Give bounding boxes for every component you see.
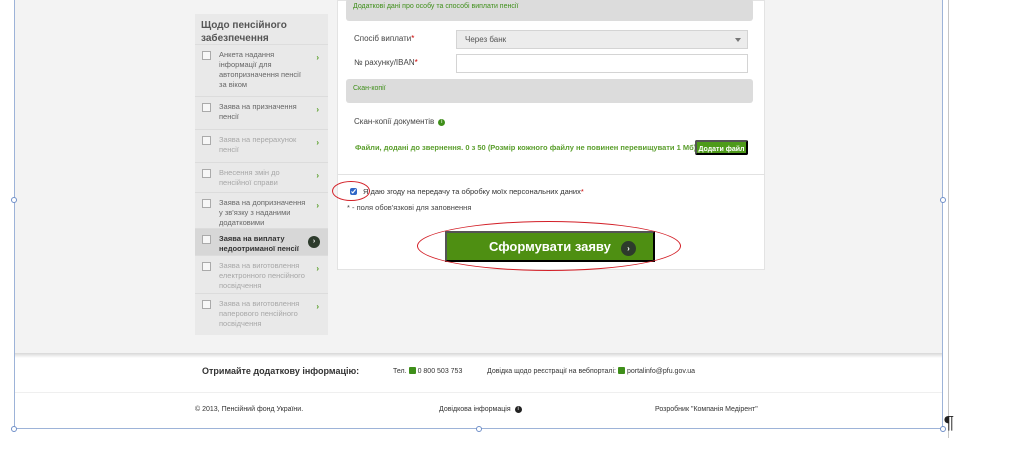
add-file-button[interactable]: Додати файл ▾ (695, 140, 748, 168)
chevron-right-icon: › (316, 105, 319, 114)
chevron-right-icon: › (316, 53, 319, 62)
info-icon: i (514, 406, 522, 413)
sidebar-item-recalculation[interactable]: Заява на перерахунок пенсії › (195, 130, 328, 163)
footer-registration-help: Довідка щодо реєстрації на вебпорталі: po… (487, 367, 696, 375)
chevron-down-icon (735, 38, 741, 42)
sidebar-item-electronic-certificate[interactable]: Заява на виготовлення електронного пенсі… (195, 256, 328, 294)
resize-handle[interactable] (476, 426, 482, 432)
paragraph-mark: ¶ (943, 413, 955, 434)
chevron-right-icon: › (316, 171, 319, 180)
footer-developer: Розробник "Компанія Медірент" (655, 406, 758, 413)
resize-handle[interactable] (11, 426, 17, 432)
sidebar-item-pension-application[interactable]: Заява на призначення пенсії › (195, 97, 328, 130)
scan-copies-section-header: Скан-копії (346, 79, 753, 103)
footer-reference-link[interactable]: Довідкова інформація i (439, 406, 522, 413)
account-iban-input[interactable] (456, 54, 748, 73)
chevron-right-icon: › (308, 236, 320, 248)
sidebar-item-paper-certificate[interactable]: Заява на виготовлення паперового пенсійн… (195, 294, 328, 335)
chevron-right-icon: › (316, 201, 319, 210)
consent-annotation-circle (332, 181, 370, 201)
footer-shadow (15, 353, 942, 358)
folder-icon (202, 199, 211, 208)
chevron-right-icon: › (316, 138, 319, 147)
chevron-right-icon: › (316, 302, 319, 311)
submit-annotation-ellipse (417, 221, 681, 271)
resize-handle[interactable] (940, 197, 946, 203)
person-payment-section-header: Додаткові дані про особу та способі випл… (346, 0, 753, 21)
sidebar-item-label: Заява на виготовлення паперового пенсійн… (219, 299, 300, 328)
info-icon[interactable]: i (438, 119, 446, 126)
payment-method-label: Спосіб виплати* (354, 34, 415, 43)
document-page-edge (948, 0, 949, 438)
payment-method-value: Через банк (465, 35, 507, 44)
sidebar-item-label: Заява на виготовлення електронного пенсі… (219, 261, 305, 290)
sidebar-item-label: Заява на виплату недоотриманої пенсії (219, 234, 299, 253)
card-icon (202, 262, 211, 271)
sidebar-item-label: Заява на перерахунок пенсії (219, 135, 297, 154)
sidebar-item-label: Анкета надання інформації для автопризна… (219, 50, 301, 89)
files-info-text: Файли, додані до звернення. 0 з 50 (Розм… (355, 143, 697, 152)
payment-method-select[interactable]: Через банк (456, 30, 748, 49)
resize-handle[interactable] (11, 197, 17, 203)
folder-icon (202, 235, 211, 244)
folder-icon (202, 169, 211, 178)
required-fields-note: * - поля обов'язкові для заповнення (347, 203, 472, 212)
sidebar-item-additional-documents[interactable]: Заява на допризначення у зв'язку з надан… (195, 193, 328, 237)
footer-info-title: Отримайте додаткову інформацію: (202, 366, 360, 376)
scan-documents-label: Скан-копії документів i (354, 117, 446, 126)
phone-icon (408, 367, 416, 374)
sidebar-title: Щодо пенсійного забезпечення (195, 14, 328, 45)
personal-data-consent[interactable]: Я даю згоду на передачу та обробку моїх … (350, 187, 584, 196)
sidebar-item-auto-pension[interactable]: Анкета надання інформації для автопризна… (195, 45, 328, 97)
section-title: Додаткові дані про особу та способі випл… (353, 3, 519, 10)
divider (337, 174, 765, 175)
email-link[interactable]: portalinfo@pfu.gov.ua (627, 368, 695, 375)
recalc-icon (202, 136, 211, 145)
account-iban-label: № рахунку/IBAN* (354, 58, 418, 67)
email-icon (617, 367, 625, 374)
sidebar-item-label: Внесення змін до пенсійної справи (219, 168, 280, 187)
sidebar-item-label: Заява на призначення пенсії (219, 102, 297, 121)
footer-copyright: © 2013, Пенсійний фонд України. (195, 406, 304, 413)
form-icon (202, 51, 211, 60)
footer-phone: Тел. 0 800 503 753 (393, 367, 463, 375)
section-title: Скан-копії (353, 85, 386, 92)
footer-divider (15, 392, 942, 393)
card-icon (202, 300, 211, 309)
sidebar-item-unpaid-pension[interactable]: Заява на виплату недоотриманої пенсії › (195, 229, 328, 256)
chevron-right-icon: › (316, 264, 319, 273)
sidebar-item-pension-file-changes[interactable]: Внесення змін до пенсійної справи › (195, 163, 328, 193)
document-icon (202, 103, 211, 112)
